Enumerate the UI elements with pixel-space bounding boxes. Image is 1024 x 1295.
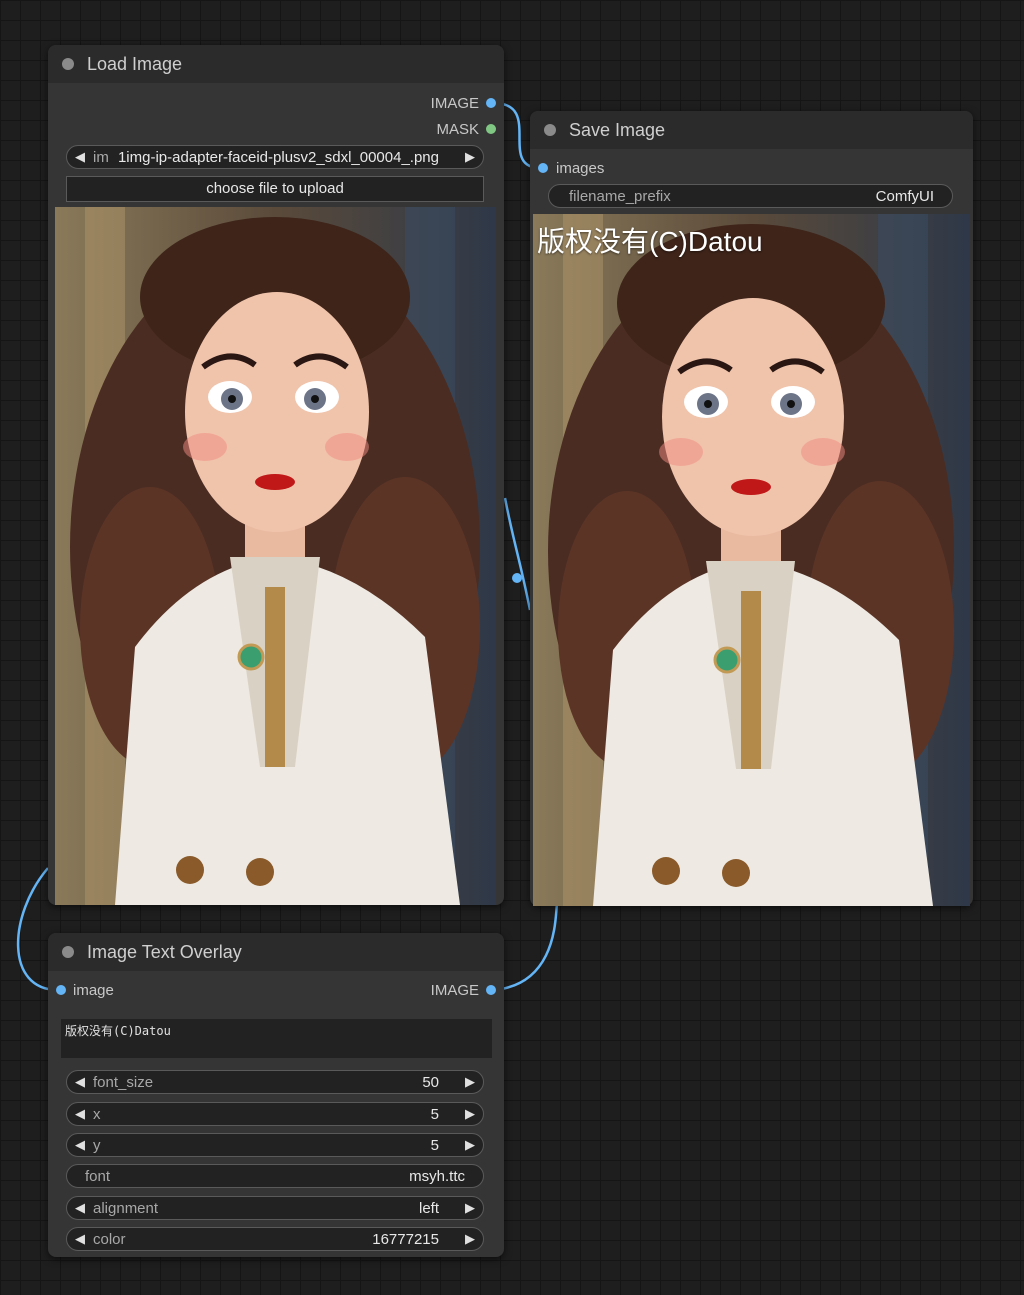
wire-reroute-segment bbox=[503, 497, 532, 611]
arrow-left-icon[interactable]: ◀ bbox=[75, 1074, 85, 1090]
x-widget[interactable]: ◀ x 5 ▶ bbox=[66, 1102, 484, 1126]
save-image-header[interactable]: Save Image bbox=[530, 111, 973, 149]
collapse-dot-icon[interactable] bbox=[62, 946, 74, 958]
font-size-value: 50 bbox=[422, 1074, 439, 1091]
input-image-label: image bbox=[73, 982, 114, 999]
collapse-dot-icon[interactable] bbox=[62, 58, 74, 70]
x-label: x bbox=[93, 1106, 101, 1123]
output-image-port[interactable] bbox=[486, 985, 496, 995]
choose-file-button[interactable]: choose file to upload bbox=[66, 176, 484, 202]
font-size-label: font_size bbox=[93, 1074, 154, 1091]
overlay-watermark-text: 版权没有(C)Datou bbox=[537, 226, 763, 257]
arrow-left-icon[interactable]: ◀ bbox=[75, 1200, 85, 1216]
input-images-port[interactable] bbox=[538, 163, 548, 173]
font-widget[interactable]: font msyh.ttc bbox=[66, 1164, 484, 1188]
input-image-port[interactable] bbox=[56, 985, 66, 995]
save-image-preview: 版权没有(C)Datou bbox=[533, 214, 970, 906]
node-title: Save Image bbox=[569, 120, 666, 140]
filename-prefix-label: filename_prefix bbox=[569, 188, 671, 205]
filename-prefix-widget[interactable]: filename_prefix ComfyUI bbox=[548, 184, 953, 208]
collapse-dot-icon[interactable] bbox=[544, 124, 556, 136]
alignment-widget[interactable]: ◀ alignment left ▶ bbox=[66, 1196, 484, 1220]
arrow-right-icon[interactable]: ▶ bbox=[465, 1074, 475, 1090]
arrow-left-icon[interactable]: ◀ bbox=[75, 1137, 85, 1153]
arrow-right-icon[interactable]: ▶ bbox=[465, 1137, 475, 1153]
image-text-overlay-node[interactable]: Image Text Overlay image IMAGE 版权没有(C)Da… bbox=[48, 933, 504, 1257]
image-label-fragment: im bbox=[93, 149, 109, 166]
input-images-label: images bbox=[556, 160, 605, 177]
y-widget[interactable]: ◀ y 5 ▶ bbox=[66, 1133, 484, 1157]
color-value: 16777215 bbox=[372, 1231, 439, 1248]
arrow-right-icon[interactable]: ▶ bbox=[465, 149, 475, 165]
arrow-left-icon[interactable]: ◀ bbox=[75, 149, 85, 165]
font-value: msyh.ttc bbox=[409, 1168, 465, 1185]
wire-reroute-dot bbox=[512, 573, 522, 583]
save-image-node[interactable]: Save Image images filename_prefix ComfyU… bbox=[530, 111, 973, 906]
font-size-widget[interactable]: ◀ font_size 50 ▶ bbox=[66, 1070, 484, 1094]
image-combo-widget[interactable]: ◀ im 1img-ip-adapter-faceid-plusv2_sdxl_… bbox=[66, 145, 484, 169]
text-overlay-header[interactable]: Image Text Overlay bbox=[48, 933, 504, 971]
arrow-left-icon[interactable]: ◀ bbox=[75, 1106, 85, 1122]
filename-prefix-value: ComfyUI bbox=[875, 188, 934, 205]
load-image-node[interactable]: Load Image IMAGE MASK ◀ im 1img-ip-adapt… bbox=[48, 45, 504, 905]
alignment-value: left bbox=[418, 1200, 439, 1217]
portrait-illustration bbox=[533, 214, 970, 906]
portrait-illustration bbox=[55, 207, 496, 905]
output-mask-label: MASK bbox=[436, 121, 479, 138]
arrow-left-icon[interactable]: ◀ bbox=[75, 1231, 85, 1247]
image-filename-value: 1img-ip-adapter-faceid-plusv2_sdxl_00004… bbox=[117, 149, 439, 166]
overlay-text-input[interactable]: 版权没有(C)Datou bbox=[61, 1019, 492, 1058]
font-label: font bbox=[85, 1168, 111, 1185]
x-value: 5 bbox=[430, 1106, 439, 1123]
output-mask-port[interactable] bbox=[486, 124, 496, 134]
arrow-right-icon[interactable]: ▶ bbox=[465, 1231, 475, 1247]
load-image-header[interactable]: Load Image bbox=[48, 45, 504, 83]
arrow-right-icon[interactable]: ▶ bbox=[465, 1106, 475, 1122]
output-image-label: IMAGE bbox=[430, 95, 479, 112]
y-value: 5 bbox=[430, 1137, 439, 1154]
node-title: Image Text Overlay bbox=[87, 942, 242, 962]
output-image-port[interactable] bbox=[486, 98, 496, 108]
alignment-label: alignment bbox=[93, 1200, 159, 1217]
load-image-preview bbox=[55, 207, 496, 905]
color-label: color bbox=[93, 1231, 126, 1248]
node-title: Load Image bbox=[87, 54, 183, 74]
color-widget[interactable]: ◀ color 16777215 ▶ bbox=[66, 1227, 484, 1251]
arrow-right-icon[interactable]: ▶ bbox=[465, 1200, 475, 1216]
y-label: y bbox=[93, 1137, 101, 1154]
output-image-label: IMAGE bbox=[430, 982, 479, 999]
